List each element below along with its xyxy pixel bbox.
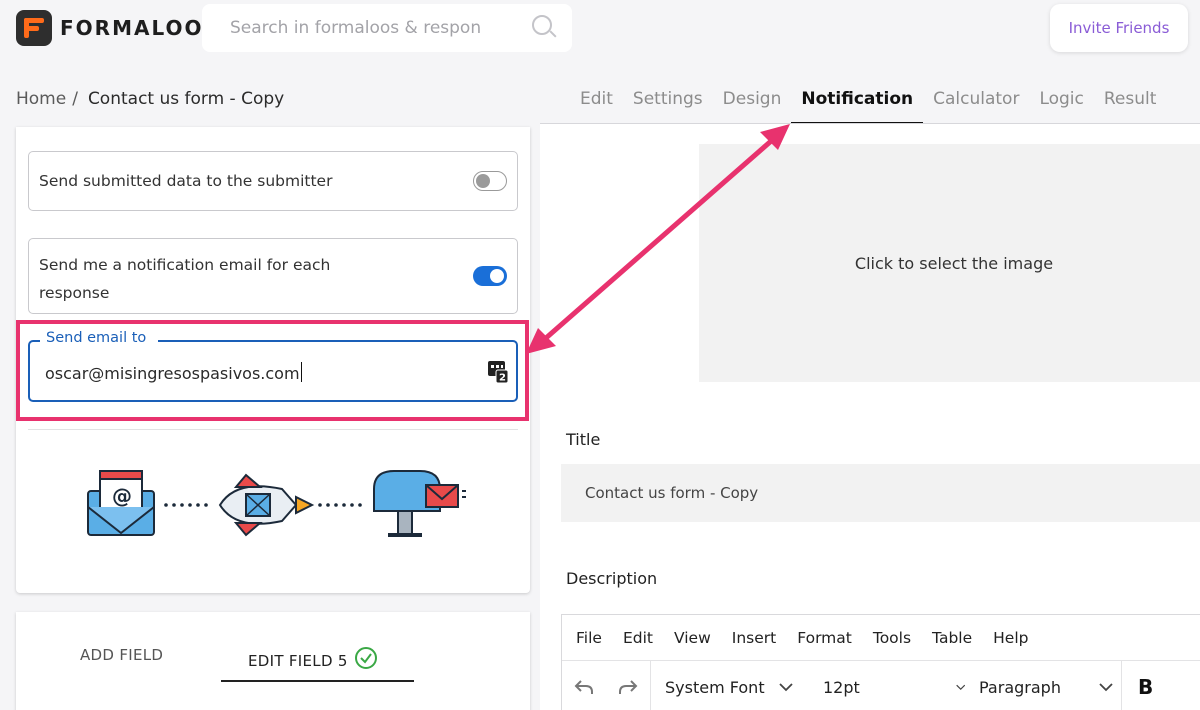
tab-design[interactable]: Design: [713, 87, 792, 124]
menu-table[interactable]: Table: [932, 629, 972, 647]
image-upload-area[interactable]: Click to select the image: [699, 144, 1200, 382]
tab-logic[interactable]: Logic: [1029, 87, 1093, 124]
description-label: Description: [566, 569, 658, 588]
tab-result[interactable]: Result: [1094, 87, 1167, 124]
redo-icon: [619, 680, 638, 694]
tab-edit-field-label: EDIT FIELD 5: [248, 652, 348, 670]
breadcrumb-home[interactable]: Home: [16, 89, 66, 109]
chevron-down-icon: [778, 682, 793, 691]
undo-button[interactable]: [562, 661, 606, 710]
divider: [28, 429, 518, 430]
logo-text: FORMALOO: [60, 16, 204, 40]
tab-settings[interactable]: Settings: [623, 87, 713, 124]
tab-add-field[interactable]: ADD FIELD: [80, 646, 163, 664]
block-format-value: Paragraph: [979, 677, 1061, 697]
tab-edit[interactable]: Edit: [570, 87, 623, 124]
font-family-select[interactable]: System Font: [651, 678, 809, 697]
bold-button[interactable]: B: [1122, 675, 1153, 699]
invite-friends-button[interactable]: Invite Friends: [1050, 4, 1188, 52]
search-box[interactable]: Search in formaloos & respon: [202, 4, 572, 52]
menu-insert[interactable]: Insert: [732, 629, 776, 647]
chevron-down-icon: [1099, 682, 1113, 691]
editor-toolbar: System Font 12pt Paragraph B: [562, 661, 1200, 710]
tab-edit-field[interactable]: EDIT FIELD 5: [248, 646, 378, 670]
send-email-to-value: oscar@misingresospasivos.com: [45, 364, 300, 383]
notify-me-label-line2: response: [39, 284, 110, 302]
menu-help[interactable]: Help: [993, 629, 1028, 647]
field-tabs-card: ADD FIELD EDIT FIELD 5: [16, 612, 530, 710]
menu-file[interactable]: File: [576, 629, 602, 647]
send-email-to-input[interactable]: oscar@misingresospasivos.com: [45, 362, 302, 383]
menu-tools[interactable]: Tools: [873, 629, 911, 647]
formaloo-logo-icon: [16, 10, 52, 46]
redo-button[interactable]: [606, 661, 650, 710]
search-input[interactable]: Search in formaloos & respon: [230, 18, 532, 38]
menu-format[interactable]: Format: [797, 629, 852, 647]
app-logo[interactable]: FORMALOO: [16, 10, 203, 46]
menu-view[interactable]: View: [674, 629, 711, 647]
svg-text:2: 2: [499, 373, 506, 384]
breadcrumb: Home / Contact us form - Copy: [16, 89, 284, 109]
rich-text-editor: File Edit View Insert Format Tools Table…: [561, 614, 1200, 710]
breadcrumb-separator: /: [72, 89, 78, 109]
breadcrumb-current: Contact us form - Copy: [87, 89, 285, 109]
font-size-value: 12pt: [823, 677, 860, 697]
rocket-icon: [218, 473, 315, 537]
search-icon[interactable]: [532, 15, 558, 41]
font-family-value: System Font: [665, 677, 765, 697]
active-tab-underline: [221, 680, 414, 682]
send-email-to-field[interactable]: Send email to oscar@misingresospasivos.c…: [28, 330, 518, 402]
menu-edit[interactable]: Edit: [623, 629, 653, 647]
notification-email-editor: Click to select the image Title Contact …: [540, 124, 1200, 710]
block-format-select[interactable]: Paragraph: [965, 678, 1121, 697]
email-delivery-illustration: @: [87, 470, 466, 537]
tab-notification[interactable]: Notification: [791, 87, 924, 124]
check-circle-icon: [354, 647, 377, 669]
send-submitter-label: Send submitted data to the submitter: [39, 172, 333, 190]
field-variable-icon[interactable]: 2: [488, 361, 508, 383]
undo-icon: [574, 680, 593, 694]
svg-text:@: @: [112, 484, 132, 508]
notify-me-toggle[interactable]: [473, 266, 507, 286]
send-email-to-label: Send email to: [40, 330, 159, 346]
send-submitter-option: Send submitted data to the submitter: [28, 151, 518, 211]
notify-me-option: Send me a notification email for each re…: [28, 238, 518, 314]
notification-settings-card: Send submitted data to the submitter Sen…: [16, 127, 530, 593]
title-label: Title: [566, 430, 601, 449]
tab-calculator[interactable]: Calculator: [923, 87, 1029, 124]
mailbox-icon: [373, 470, 466, 537]
chevron-down-icon: [955, 684, 965, 690]
form-tabs: Edit Settings Design Notification Calcul…: [570, 87, 1166, 124]
editor-menubar: File Edit View Insert Format Tools Table…: [562, 615, 1200, 661]
notify-me-label-line1: Send me a notification email for each: [39, 256, 331, 274]
envelope-icon: @: [87, 470, 155, 536]
font-size-select[interactable]: 12pt: [809, 678, 965, 697]
title-input[interactable]: Contact us form - Copy: [561, 464, 1200, 522]
send-submitter-toggle[interactable]: [473, 171, 507, 191]
